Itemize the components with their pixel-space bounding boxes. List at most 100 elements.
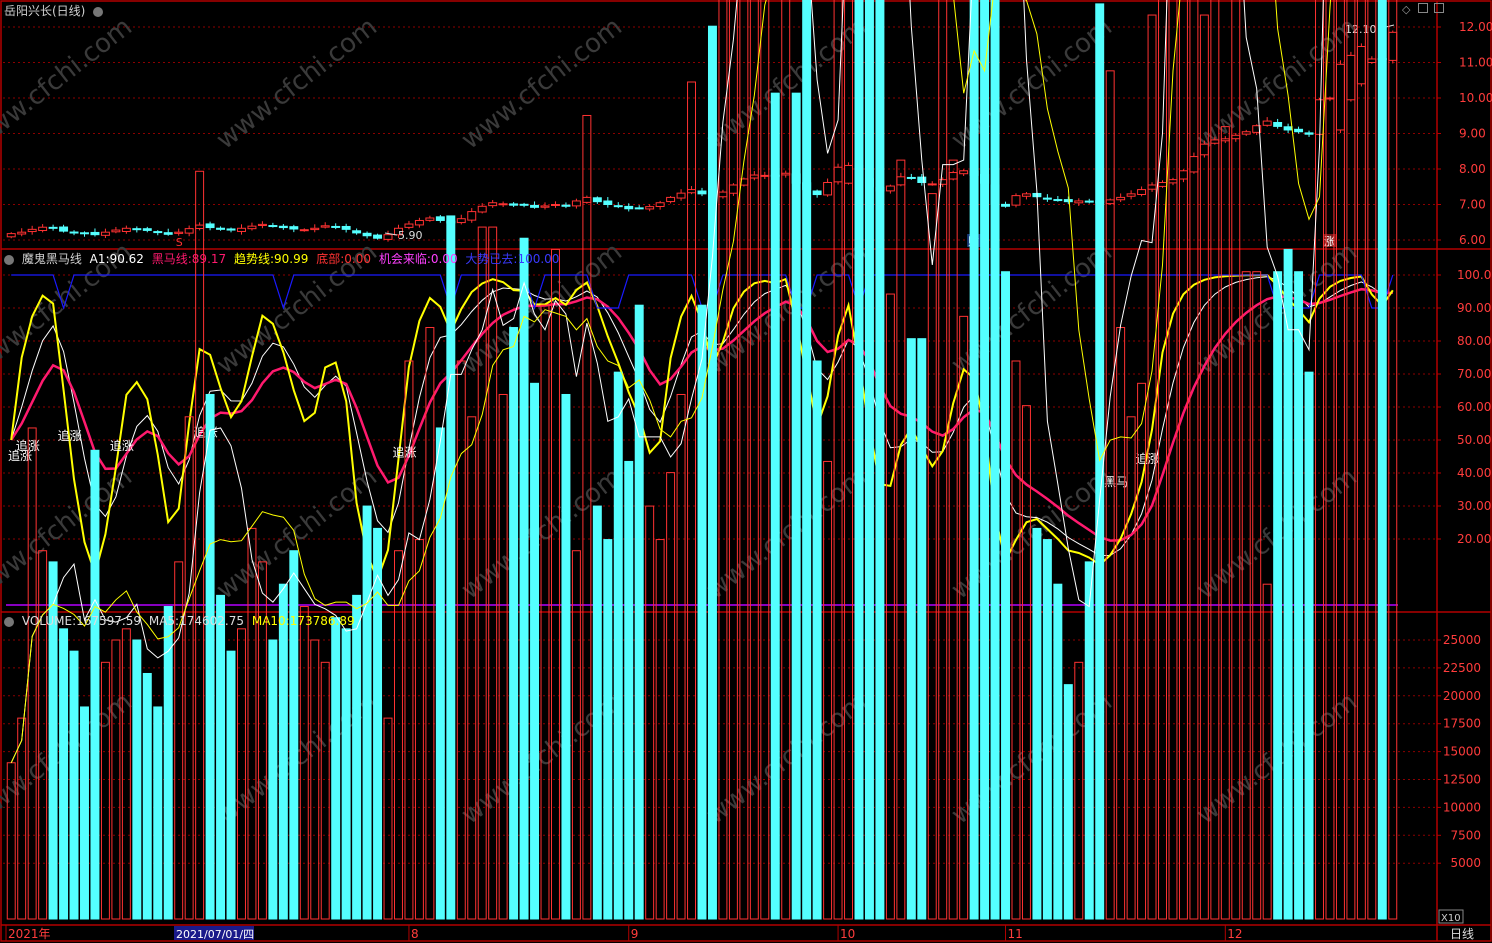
volume-bar-down	[278, 583, 288, 920]
candle-up	[195, 224, 205, 230]
ma5-label: MA5:	[148, 614, 180, 628]
volume-bar-down	[1377, 0, 1387, 920]
volume-bar-down	[59, 628, 69, 920]
candle-up	[676, 192, 686, 199]
volume-bar-down	[373, 527, 383, 920]
indicator-title: 魔鬼黑马线	[21, 252, 82, 266]
candle-up	[38, 226, 48, 232]
candle-up	[959, 170, 969, 175]
volume-bar-up	[896, 159, 906, 920]
volume-bar-up	[687, 81, 697, 920]
volume-bar-down	[289, 550, 299, 920]
volume-bar-down	[446, 215, 456, 920]
volume-bar-down	[1084, 561, 1094, 920]
price-axis-label: 11.00	[1459, 56, 1492, 70]
ma10-value: 173786.89	[289, 614, 355, 628]
volume-bar-down	[90, 449, 100, 920]
candle-up	[655, 202, 665, 208]
candle-down	[561, 204, 571, 207]
candle-down	[624, 205, 634, 210]
candle-up	[27, 228, 37, 233]
volume-bar-up	[195, 170, 205, 920]
watermark-text: www.cfchi.com	[0, 687, 138, 831]
volume-bar-down	[634, 304, 644, 920]
volume-bar-down	[561, 393, 571, 920]
candle-up	[948, 172, 958, 180]
volume-chevron-icon[interactable]	[4, 616, 14, 627]
volume-bar-up	[1367, 0, 1377, 920]
jh-value: 0.00	[430, 252, 458, 266]
db-value: 0.00	[344, 252, 371, 266]
price-axis-label: 12.00	[1459, 20, 1492, 34]
candle-up	[1210, 139, 1220, 144]
jh-label: 机会来临:	[378, 252, 431, 266]
stock-title: 岳阳兴长(日线)	[4, 4, 86, 18]
price-axis-label: 9.00	[1459, 127, 1486, 141]
candle-down	[153, 231, 163, 234]
price-axis-label: 6.00	[1459, 233, 1486, 247]
candle-down	[373, 234, 383, 239]
price-axis-label: 7.00	[1459, 198, 1486, 212]
candle-up	[1126, 193, 1136, 197]
volume-bar-down	[990, 0, 1000, 920]
candle-up	[582, 196, 592, 203]
volume-bar-down	[613, 371, 623, 920]
candle-up	[456, 218, 466, 224]
volume-axis-label: 20000	[1443, 689, 1481, 703]
expand-chevron-icon[interactable]	[93, 6, 104, 17]
candle-up	[17, 231, 27, 235]
candle-up	[404, 223, 414, 228]
candle-up	[844, 164, 854, 184]
candle-up	[1231, 134, 1241, 140]
volume-bar-up	[121, 628, 131, 920]
volume-bar-down	[132, 639, 142, 920]
volume-bar-down	[153, 706, 163, 920]
volume-bar-down	[205, 393, 215, 920]
volume-bar-up	[1168, 0, 1178, 920]
volume-bar-down	[341, 628, 351, 920]
candle-down	[530, 204, 540, 208]
volume-bar-down	[603, 539, 613, 920]
volume-bar-up	[1356, 0, 1366, 920]
volume-axis-label: 17500	[1443, 717, 1481, 731]
volume-bar-down	[1095, 3, 1105, 920]
volume-bar-up	[1335, 0, 1345, 920]
candle-up	[760, 174, 770, 177]
candle-down	[1304, 132, 1314, 135]
candle-up	[1147, 184, 1157, 190]
watermark-text: www.cfchi.com	[211, 12, 383, 156]
candle-up	[571, 200, 581, 207]
ma10-label: MA10:	[251, 614, 290, 628]
indicator-axis-label: 60.00	[1457, 400, 1491, 414]
volume-axis-label: 5000	[1450, 856, 1481, 870]
candle-up	[540, 205, 550, 208]
indicator-chevron-icon[interactable]	[4, 254, 14, 265]
volume-bar-up	[645, 505, 655, 920]
volume-bar-up	[938, 0, 948, 920]
diamond-icon[interactable]: ◇	[1402, 3, 1410, 16]
volume-bar-down	[352, 594, 362, 920]
volume-bar-down	[1304, 371, 1314, 920]
maximize-icon[interactable]	[1434, 3, 1445, 13]
candle-up	[237, 227, 246, 232]
chart-canvas[interactable]: www.cfchi.com www.cfchi.com www.cfchi.com w…	[0, 0, 1492, 943]
candle-up	[1158, 181, 1167, 187]
candle-up	[833, 166, 843, 183]
watermark-text: www.cfchi.com	[456, 462, 628, 606]
volume-bar-down	[791, 92, 801, 920]
candle-down	[352, 230, 362, 234]
candle-up	[1241, 131, 1251, 135]
minimize-icon[interactable]	[1417, 3, 1428, 13]
candle-down	[1001, 203, 1010, 207]
volume-bar-down	[864, 0, 874, 920]
candle-down	[226, 228, 236, 231]
volume-bar-down	[917, 338, 927, 920]
time-label: 8	[411, 927, 419, 941]
hm-value: 89.17	[191, 252, 227, 266]
indicator-axis-label: 30.00	[1457, 499, 1491, 513]
volume-bar-up	[655, 539, 665, 920]
candle-down	[216, 227, 226, 230]
candle-up	[1335, 63, 1345, 131]
candle-up	[728, 184, 738, 194]
volume-bar-up	[383, 717, 393, 920]
